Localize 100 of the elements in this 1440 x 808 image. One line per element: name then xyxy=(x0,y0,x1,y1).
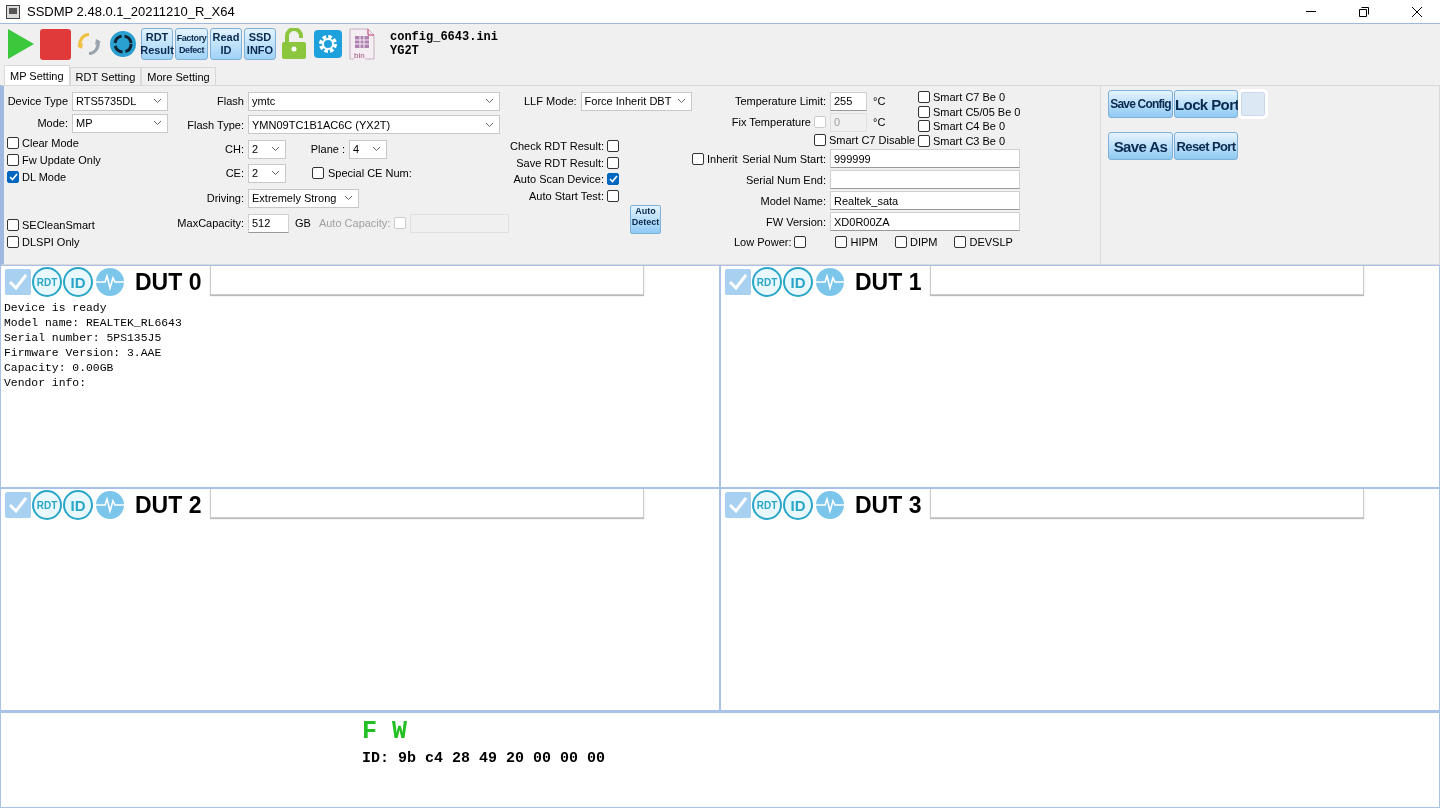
result-flags: F W xyxy=(362,717,407,747)
ch-select[interactable]: 2 xyxy=(248,139,286,159)
plane-select[interactable]: 4 xyxy=(349,139,387,159)
log-line: Device is ready xyxy=(4,301,107,316)
dut-title: DUT 2 xyxy=(135,491,202,519)
flash-type-select[interactable]: YMN09TC1B1AC6C (YX2T) xyxy=(248,115,500,134)
checkbox[interactable] xyxy=(725,492,751,518)
checkbox-label: DIPM xyxy=(910,235,938,248)
max-capacity-field[interactable]: 512 xyxy=(248,213,289,233)
checkbox[interactable] xyxy=(7,170,19,183)
checkbox-label: Smart C7 Be 0 xyxy=(933,91,1006,104)
field-label: CE: xyxy=(224,167,244,179)
chevron-icon xyxy=(153,120,162,126)
chevron-icon xyxy=(485,98,494,104)
checkbox[interactable] xyxy=(7,235,19,248)
checkbox[interactable] xyxy=(918,120,930,133)
checkbox[interactable] xyxy=(607,156,619,169)
checkbox[interactable] xyxy=(607,189,619,202)
checkbox[interactable] xyxy=(794,235,807,248)
port-button[interactable]: Lock Port xyxy=(1174,90,1238,118)
restore-button[interactable] xyxy=(1359,6,1369,17)
dut-status-field[interactable] xyxy=(930,266,1365,295)
checkbox-label: SECleanSmart xyxy=(22,218,95,231)
checkbox-label: Fix Temperature xyxy=(731,116,811,128)
checkbox-label: Auto Scan Device: xyxy=(513,173,604,186)
text-field[interactable]: Realtek_sata xyxy=(830,191,1020,210)
checkbox-label: Smart C3 Be 0 xyxy=(933,134,1006,147)
tab[interactable]: More Setting xyxy=(141,67,216,85)
checkbox[interactable] xyxy=(692,152,704,165)
checkbox-label: Smart C7 Disable xyxy=(829,134,916,146)
port-button[interactable]: Save Config xyxy=(1108,90,1173,118)
checkbox[interactable] xyxy=(5,269,31,295)
dut-status-field[interactable] xyxy=(210,489,645,518)
field-label: Serial Num End: xyxy=(744,173,826,186)
checkbox[interactable] xyxy=(814,134,826,146)
port-button[interactable]: Reset Port xyxy=(1174,132,1238,160)
checkbox[interactable] xyxy=(607,173,619,186)
checkbox[interactable] xyxy=(835,235,848,248)
text-field[interactable]: XD0R00ZA xyxy=(830,212,1020,231)
window-title: SSDMP 2.48.0.1_20211210_R_X64 xyxy=(27,4,236,19)
checkbox[interactable] xyxy=(7,153,19,166)
checkbox-label: Smart C4 Be 0 xyxy=(933,120,1006,133)
port-button[interactable]: Save As xyxy=(1108,132,1173,160)
field-label: Temperature Limit: xyxy=(733,95,826,107)
dut-status-field[interactable] xyxy=(210,266,645,295)
field-label: CH: xyxy=(224,143,244,155)
field-label: Driving: xyxy=(205,192,244,204)
flash-select[interactable]: ymtc xyxy=(248,91,500,111)
toolbar-button[interactable]: SSD INFO xyxy=(244,28,276,60)
flash-code: YG2T xyxy=(390,44,420,58)
checkbox[interactable] xyxy=(7,136,19,149)
checkbox[interactable] xyxy=(918,105,930,118)
temperature-limit-field[interactable]: 255 xyxy=(830,91,867,111)
close-button[interactable] xyxy=(1412,6,1422,17)
checkbox-label: Fw Update Only xyxy=(22,153,101,166)
checkbox[interactable] xyxy=(895,235,907,248)
checkbox-label: Clear Mode xyxy=(22,136,79,149)
app-icon xyxy=(6,4,20,19)
field-label: Plane : xyxy=(309,143,345,155)
toolbar-button[interactable]: Factory Defect xyxy=(175,28,208,60)
mode-select[interactable]: MP xyxy=(72,113,168,133)
flash-id-line: ID: 9b c4 28 49 20 00 00 00 xyxy=(362,749,606,769)
chevron-icon xyxy=(271,146,280,152)
ce-select[interactable]: 2 xyxy=(248,163,286,183)
log-line: Vendor info: xyxy=(4,376,87,391)
driving-select[interactable]: Extremely Strong xyxy=(248,188,359,208)
toolbar-button[interactable]: Read ID xyxy=(210,28,242,60)
auto-detect-button[interactable]: Auto Detect xyxy=(630,204,661,234)
field-label: LLF Mode: xyxy=(524,95,577,107)
field-label: MaxCapacity: xyxy=(176,217,244,229)
checkbox[interactable] xyxy=(954,235,967,248)
checkbox[interactable] xyxy=(607,140,619,153)
toolbar-button[interactable]: RDT Result xyxy=(141,28,173,60)
checkbox-label: Auto Start Test: xyxy=(529,189,604,202)
checkbox[interactable] xyxy=(7,218,19,231)
serial-num-start-field[interactable]: 999999 xyxy=(830,149,1020,168)
dut-title: DUT 3 xyxy=(855,491,922,519)
file-button[interactable]: bin xyxy=(346,27,378,61)
field-label: FW Version: xyxy=(765,215,826,228)
log-line: Serial number: 5PS135J5 xyxy=(4,331,162,346)
checkbox-label: HIPM xyxy=(850,235,878,248)
unit-label: °C xyxy=(873,95,886,107)
checkbox[interactable] xyxy=(725,269,751,295)
device-type-select[interactable]: RTS5735DL xyxy=(72,91,168,111)
stop-button[interactable] xyxy=(39,27,71,61)
unit-label: GB xyxy=(295,217,311,229)
checkbox-label: Special CE Num: xyxy=(328,167,412,179)
llf-mode-select[interactable]: Force Inherit DBT xyxy=(580,91,692,111)
checkbox[interactable] xyxy=(918,91,930,104)
checkbox[interactable] xyxy=(5,492,31,518)
tab[interactable]: RDT Setting xyxy=(69,67,142,85)
checkbox[interactable] xyxy=(918,134,930,147)
dut-status-field[interactable] xyxy=(930,489,1365,518)
tab[interactable]: MP Setting xyxy=(4,65,70,85)
settings-button[interactable] xyxy=(312,27,344,61)
checkbox[interactable] xyxy=(312,167,324,179)
checkbox-label: Save RDT Result: xyxy=(516,156,604,169)
port-indicator xyxy=(1241,92,1265,116)
log-line: Model name: REALTEK_RL6643 xyxy=(4,316,182,331)
text-field[interactable] xyxy=(830,170,1020,189)
